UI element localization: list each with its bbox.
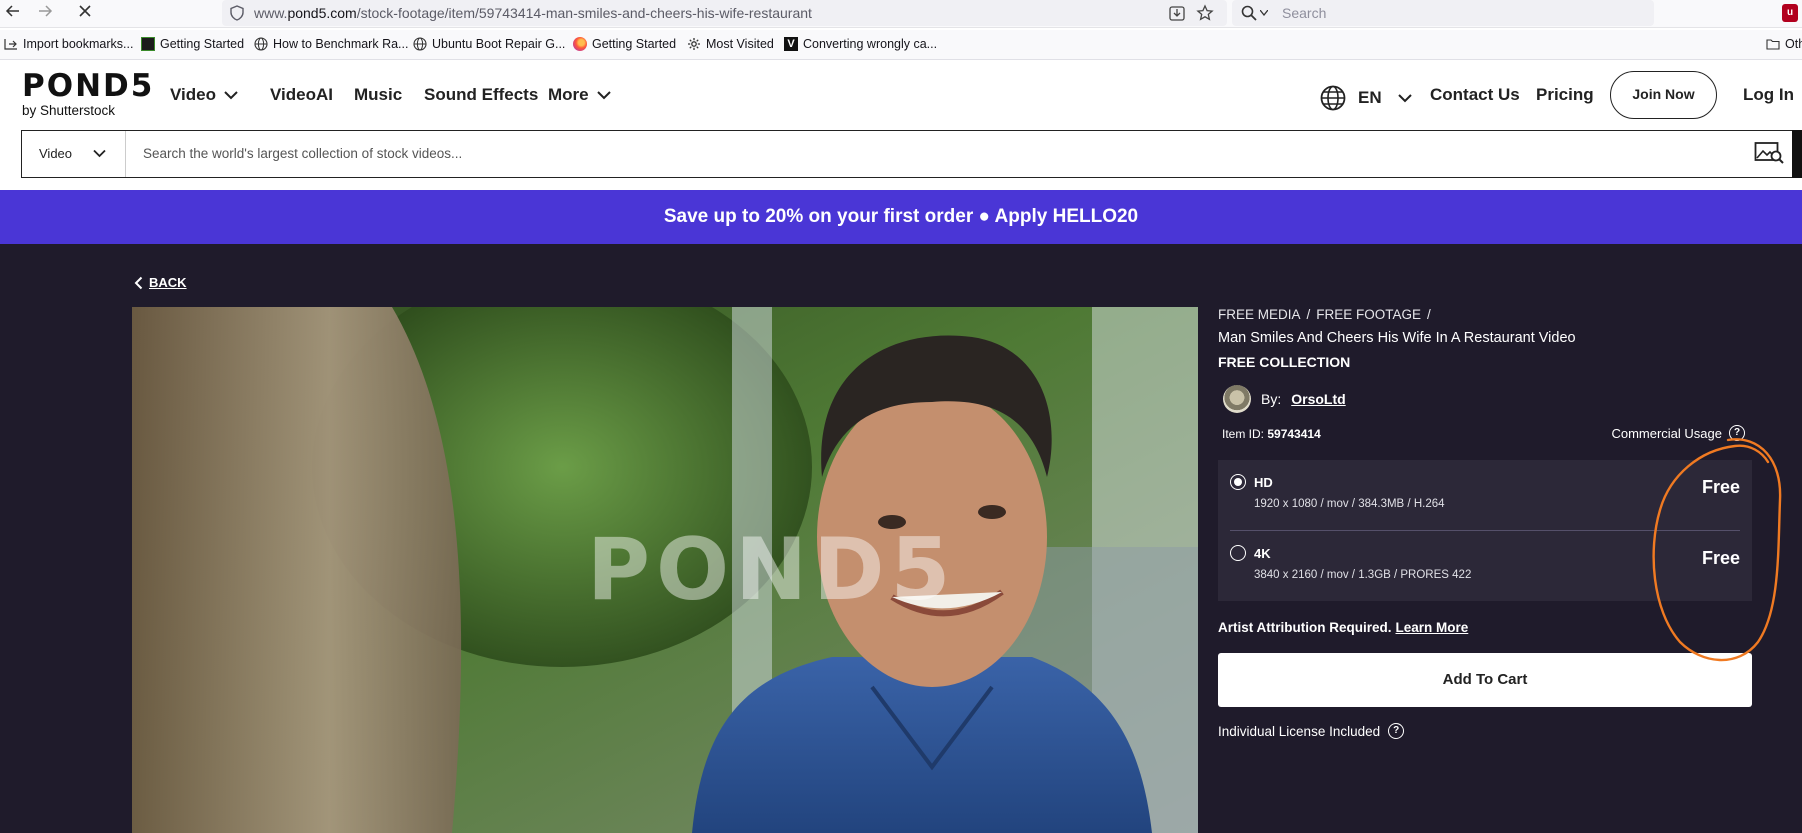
search-edge — [1792, 130, 1802, 178]
author-row: By: OrsoLtd — [1223, 385, 1346, 413]
site-header: POND5 by Shutterstock Video VideoAI Musi… — [0, 61, 1802, 131]
bookmark-benchmark[interactable]: How to Benchmark Ra... — [254, 37, 408, 51]
globe-icon — [413, 37, 427, 51]
arrow-right-icon[interactable] — [34, 3, 56, 25]
address-bar[interactable]: www.pond5.com/stock-footage/item/5974341… — [222, 0, 1227, 26]
watermark-text: POND5 — [587, 520, 956, 620]
bookmarks-bar: Import bookmarks... Getting Started How … — [0, 30, 1802, 60]
browser-search-box[interactable]: Search — [1232, 0, 1654, 26]
contact-us-link[interactable]: Contact Us — [1430, 85, 1520, 105]
avatar[interactable] — [1223, 385, 1251, 413]
nav-sound-effects[interactable]: Sound Effects — [424, 85, 538, 105]
nav-more[interactable]: More — [548, 85, 611, 105]
shield-icon — [230, 5, 244, 21]
category-select[interactable]: Video — [22, 131, 126, 177]
folder-icon — [1766, 39, 1780, 50]
chevron-down-icon — [93, 149, 106, 158]
language-selector[interactable]: EN — [1320, 85, 1412, 111]
nav-videoai[interactable]: VideoAI — [270, 85, 333, 105]
nav-video[interactable]: Video — [170, 85, 238, 105]
v-icon: V — [784, 37, 798, 51]
attribution-note: Artist Attribution Required. Learn More — [1218, 620, 1469, 635]
bookmark-getting-started[interactable]: Getting Started — [141, 37, 244, 51]
item-id: Item ID: 59743414 — [1222, 427, 1321, 441]
chevron-down-icon[interactable] — [1260, 10, 1268, 16]
video-preview[interactable]: POND5 — [132, 307, 1198, 833]
help-icon[interactable]: ? — [1388, 723, 1405, 739]
learn-more-link[interactable]: Learn More — [1396, 620, 1469, 635]
page-title: Man Smiles And Cheers His Wife In A Rest… — [1218, 330, 1576, 346]
download-page-icon[interactable] — [1168, 4, 1186, 22]
star-icon[interactable] — [1196, 4, 1214, 22]
radio-hd[interactable] — [1230, 474, 1246, 490]
video-frame: POND5 — [132, 307, 1198, 833]
globe-icon — [1320, 85, 1346, 111]
item-content: BACK POND5 FREE MEDIA / FREE FOOTAGE / M… — [0, 244, 1802, 833]
breadcrumb: FREE MEDIA / FREE FOOTAGE / — [1218, 307, 1431, 322]
bookmark-import[interactable]: Import bookmarks... — [4, 37, 133, 51]
search-input[interactable]: Search the world's largest collection of… — [143, 146, 462, 161]
breadcrumb-free-media[interactable]: FREE MEDIA — [1218, 307, 1301, 322]
license-info: Individual License Included ? — [1218, 723, 1405, 739]
radio-4k[interactable] — [1230, 545, 1246, 561]
firefox-icon — [573, 37, 587, 51]
author-link[interactable]: OrsoLtd — [1291, 391, 1345, 407]
gear-icon — [688, 38, 700, 50]
chevron-down-icon — [596, 91, 611, 100]
bookmark-most-visited[interactable]: Most Visited — [687, 37, 774, 51]
search-placeholder: Search — [1282, 5, 1327, 21]
collection-label: FREE COLLECTION — [1218, 354, 1351, 370]
promo-banner[interactable]: Save up to 20% on your first order ● App… — [0, 190, 1802, 244]
nav-music[interactable]: Music — [354, 85, 402, 105]
bookmark-ubuntu[interactable]: Ubuntu Boot Repair G... — [413, 37, 565, 51]
site-search-bar: Video Search the world's largest collect… — [21, 130, 1802, 178]
other-bookmarks[interactable]: Oth — [1766, 37, 1802, 51]
log-in-link[interactable]: Log In — [1743, 85, 1794, 105]
join-now-button[interactable]: Join Now — [1610, 71, 1717, 119]
bookmark-getting-started-firefox[interactable]: Getting Started — [573, 37, 676, 51]
extension-icon[interactable]: u — [1782, 4, 1798, 22]
chevron-left-icon — [134, 276, 143, 289]
arrow-left-icon[interactable] — [2, 3, 24, 25]
logo-word: POND5 — [22, 68, 155, 104]
bookmark-converting[interactable]: V Converting wrongly ca... — [784, 37, 937, 51]
page-icon — [141, 37, 155, 51]
pricing-link[interactable]: Pricing — [1536, 85, 1594, 105]
chevron-down-icon — [224, 91, 238, 100]
search-icon — [1241, 5, 1257, 21]
image-search-icon[interactable] — [1754, 141, 1784, 165]
back-link[interactable]: BACK — [134, 275, 187, 290]
url-text: www.pond5.com/stock-footage/item/5974341… — [254, 5, 812, 21]
pond5-logo[interactable]: POND5 by Shutterstock — [22, 68, 155, 119]
breadcrumb-free-footage[interactable]: FREE FOOTAGE — [1316, 307, 1421, 322]
stop-icon[interactable] — [74, 3, 96, 25]
globe-icon — [254, 37, 268, 51]
logo-subtitle: by Shutterstock — [22, 103, 116, 118]
browser-toolbar: www.pond5.com/stock-footage/item/5974341… — [0, 0, 1802, 28]
chevron-down-icon — [1397, 94, 1412, 103]
import-icon — [4, 39, 17, 50]
annotation-circle — [1652, 438, 1782, 662]
